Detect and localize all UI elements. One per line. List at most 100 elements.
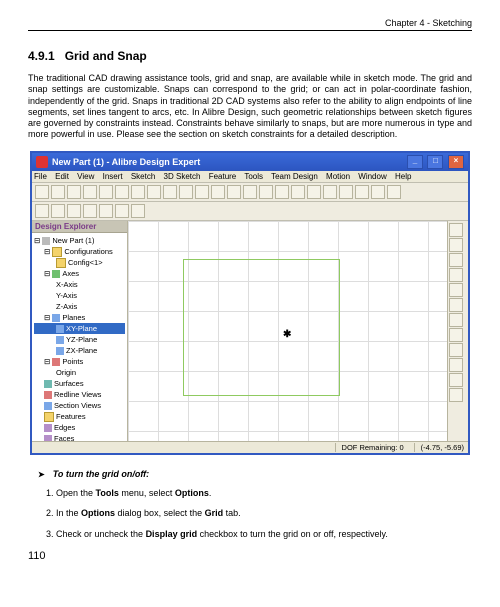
tree-root[interactable]: ⊟ New Part (1) [34, 235, 125, 246]
window-titlebar: New Part (1) - Alibre Design Expert _ □ … [32, 153, 468, 171]
toolbar-button[interactable] [449, 253, 463, 267]
tree-xaxis[interactable]: X-Axis [34, 279, 125, 290]
toolbar-row-1 [32, 183, 468, 202]
tree-zaxis[interactable]: Z-Axis [34, 301, 125, 312]
toolbar-button[interactable] [227, 185, 241, 199]
toolbar-button[interactable] [371, 185, 385, 199]
origin-marker: ✱ [283, 329, 291, 340]
toolbar-button[interactable] [291, 185, 305, 199]
app-icon [36, 156, 48, 168]
section-name: Grid and Snap [65, 49, 147, 63]
minimize-button[interactable]: _ [407, 155, 423, 169]
toolbar-button[interactable] [243, 185, 257, 199]
toolbar-button[interactable] [35, 185, 49, 199]
toolbar-button[interactable] [163, 185, 177, 199]
tree-yzplane[interactable]: YZ-Plane [34, 334, 125, 345]
status-dof: DOF Remaining: 0 [335, 443, 404, 452]
toolbar-button[interactable] [115, 204, 129, 218]
toolbar-button[interactable] [67, 185, 81, 199]
toolbar-button[interactable] [449, 268, 463, 282]
toolbar-button[interactable] [67, 204, 81, 218]
toolbar-button[interactable] [323, 185, 337, 199]
menu-motion[interactable]: Motion [326, 172, 350, 181]
menu-3dsketch[interactable]: 3D Sketch [164, 172, 201, 181]
toolbar-button[interactable] [449, 388, 463, 402]
menu-tools[interactable]: Tools [244, 172, 263, 181]
menu-edit[interactable]: Edit [55, 172, 69, 181]
toolbar-button[interactable] [449, 313, 463, 327]
close-button[interactable]: × [448, 155, 464, 169]
toolbar-button[interactable] [259, 185, 273, 199]
status-bar: DOF Remaining: 0 (-4.75, -5.69) [32, 441, 468, 453]
toolbar-button[interactable] [51, 185, 65, 199]
toolbar-button[interactable] [99, 204, 113, 218]
tree-axes[interactable]: ⊟ Axes [34, 268, 125, 279]
toolbar-button[interactable] [115, 185, 129, 199]
menu-view[interactable]: View [77, 172, 94, 181]
toolbar-button[interactable] [195, 185, 209, 199]
menu-sketch[interactable]: Sketch [131, 172, 155, 181]
menu-help[interactable]: Help [395, 172, 411, 181]
instruction-step-1: Open the Tools menu, select Options. [56, 487, 472, 500]
toolbar-button[interactable] [339, 185, 353, 199]
toolbar-button[interactable] [449, 328, 463, 342]
tree-planes[interactable]: ⊟ Planes [34, 312, 125, 323]
maximize-button[interactable]: □ [427, 155, 443, 169]
tree-xyplane[interactable]: XY-Plane [34, 323, 125, 334]
tree-edges[interactable]: Edges [34, 422, 125, 433]
toolbar-button[interactable] [35, 204, 49, 218]
toolbar-button[interactable] [131, 185, 145, 199]
menubar: File Edit View Insert Sketch 3D Sketch F… [32, 171, 468, 183]
section-title: 4.9.1 Grid and Snap [28, 49, 472, 63]
toolbar-button[interactable] [99, 185, 113, 199]
explorer-title: Design Explorer [32, 221, 127, 233]
menu-window[interactable]: Window [358, 172, 386, 181]
menu-feature[interactable]: Feature [209, 172, 237, 181]
toolbar-button[interactable] [387, 185, 401, 199]
toolbar-button[interactable] [449, 343, 463, 357]
tree-config1[interactable]: Config<1> [34, 257, 125, 268]
tree-configurations[interactable]: ⊟ Configurations [34, 246, 125, 257]
tree-features[interactable]: Features [34, 411, 125, 422]
sketch-canvas[interactable]: ✱ [128, 221, 447, 441]
toolbar-button[interactable] [355, 185, 369, 199]
tree-section[interactable]: Section Views [34, 400, 125, 411]
toolbar-button[interactable] [83, 204, 97, 218]
tree-yaxis[interactable]: Y-Axis [34, 290, 125, 301]
toolbar-button[interactable] [449, 238, 463, 252]
instruction-step-2: In the Options dialog box, select the Gr… [56, 507, 472, 520]
toolbar-button[interactable] [211, 185, 225, 199]
instruction-list: Open the Tools menu, select Options. In … [28, 487, 472, 541]
page-number: 110 [28, 550, 472, 562]
toolbar-button[interactable] [275, 185, 289, 199]
tree-zxplane[interactable]: ZX-Plane [34, 345, 125, 356]
tree-points[interactable]: ⊟ Points [34, 356, 125, 367]
menu-file[interactable]: File [34, 172, 47, 181]
toolbar-button[interactable] [51, 204, 65, 218]
toolbar-button[interactable] [147, 185, 161, 199]
tree-surfaces[interactable]: Surfaces [34, 378, 125, 389]
toolbar-button[interactable] [449, 223, 463, 237]
right-toolbar [447, 221, 468, 441]
explorer-tree[interactable]: ⊟ New Part (1) ⊟ Configurations Config<1… [32, 233, 127, 441]
toolbar-button[interactable] [83, 185, 97, 199]
design-explorer-panel: Design Explorer ⊟ New Part (1) ⊟ Configu… [32, 221, 128, 441]
toolbar-button[interactable] [449, 373, 463, 387]
toolbar-button[interactable] [449, 298, 463, 312]
menu-teamdesign[interactable]: Team Design [271, 172, 318, 181]
window-buttons: _ □ × [405, 155, 464, 169]
section-number: 4.9.1 [28, 49, 55, 63]
toolbar-button[interactable] [449, 283, 463, 297]
status-coords: (-4.75, -5.69) [414, 443, 464, 452]
toolbar-button[interactable] [449, 358, 463, 372]
toolbar-button[interactable] [179, 185, 193, 199]
toolbar-row-2 [32, 202, 468, 221]
tree-redline[interactable]: Redline Views [34, 389, 125, 400]
instruction-heading: To turn the grid on/off: [38, 469, 472, 479]
toolbar-button[interactable] [131, 204, 145, 218]
menu-insert[interactable]: Insert [103, 172, 123, 181]
tree-faces[interactable]: Faces [34, 433, 125, 441]
tree-origin[interactable]: Origin [34, 367, 125, 378]
window-title: New Part (1) - Alibre Design Expert [52, 157, 200, 167]
toolbar-button[interactable] [307, 185, 321, 199]
